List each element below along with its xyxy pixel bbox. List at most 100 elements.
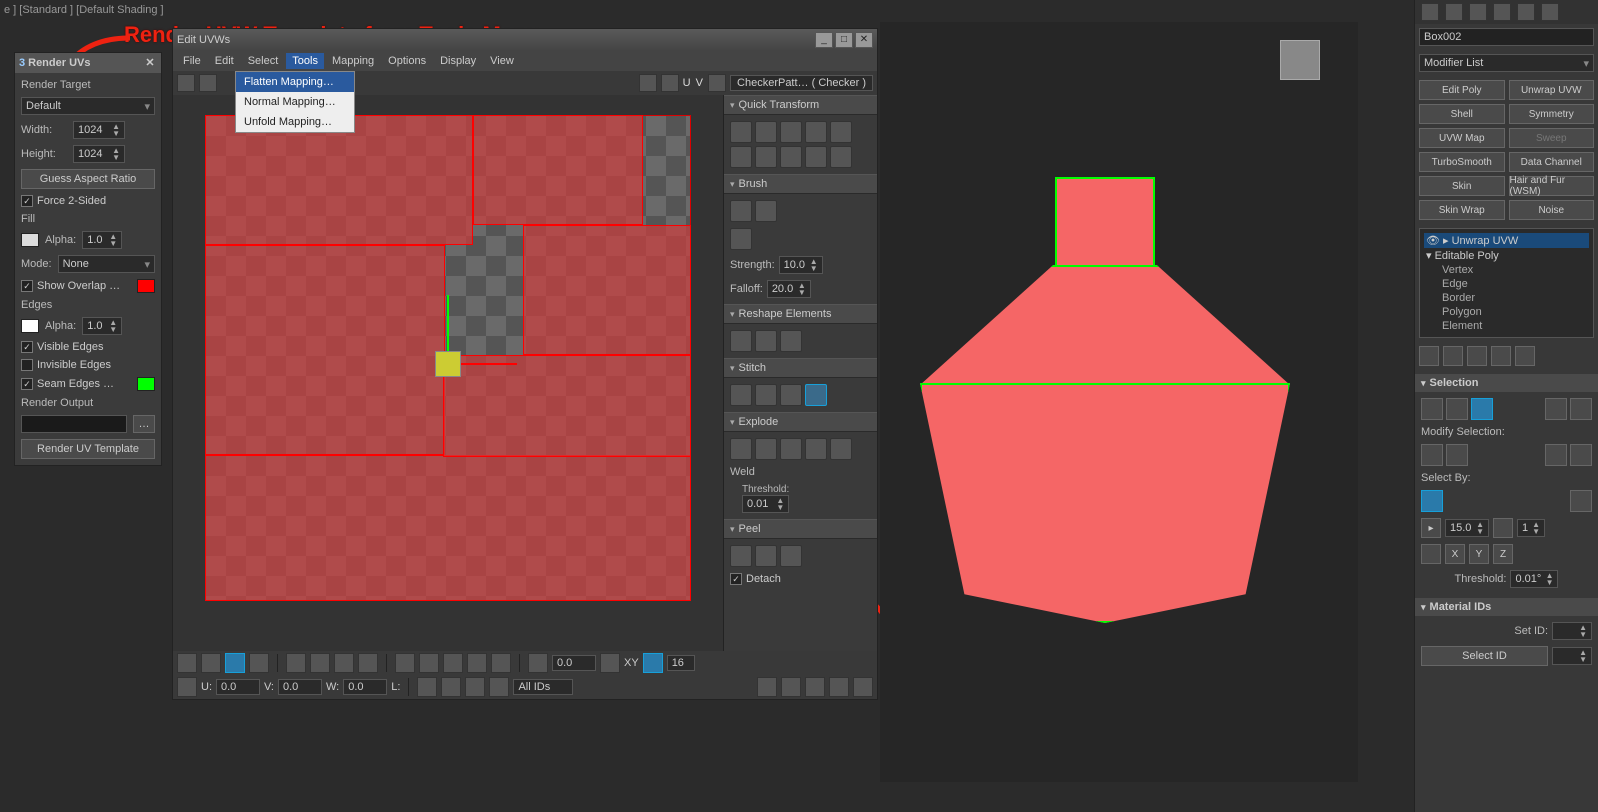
snap-grid-spinner[interactable]: 16 — [667, 655, 695, 671]
mod-skin[interactable]: Skin — [1419, 176, 1505, 196]
tool-icon[interactable] — [334, 653, 354, 673]
planar-angle-spinner[interactable]: 15.0▲▼ — [1445, 519, 1489, 537]
w-field[interactable]: 0.0 — [343, 679, 387, 695]
explode-icon[interactable] — [830, 438, 852, 460]
mod-data-channel[interactable]: Data Channel — [1509, 152, 1595, 172]
seam-color-swatch[interactable] — [137, 377, 155, 391]
mod-hair-fur[interactable]: Hair and Fur (WSM) — [1509, 176, 1595, 196]
hierarchy-tab-icon[interactable] — [1469, 3, 1487, 21]
modify-tab-icon[interactable] — [1445, 3, 1463, 21]
quick-transform-rollout[interactable]: Quick Transform — [724, 95, 877, 115]
menu-file[interactable]: File — [177, 53, 207, 69]
loop-icon[interactable] — [1570, 444, 1592, 466]
tool-icon[interactable] — [395, 653, 415, 673]
sel-plus-icon[interactable] — [1545, 398, 1567, 420]
menu-display[interactable]: Display — [434, 53, 482, 69]
mod-noise[interactable]: Noise — [1509, 200, 1595, 220]
menu-unfold-mapping[interactable]: Unfold Mapping… — [236, 112, 354, 132]
qt-icon[interactable] — [805, 146, 827, 168]
stack-border[interactable]: Border — [1424, 291, 1589, 305]
render-target-select[interactable]: Default — [21, 97, 155, 115]
mod-uvw-map[interactable]: UVW Map — [1419, 128, 1505, 148]
reshape-icon[interactable] — [730, 330, 752, 352]
maximize-icon[interactable]: □ — [835, 32, 853, 48]
menu-edit[interactable]: Edit — [209, 53, 240, 69]
pin-stack-icon[interactable] — [1419, 346, 1439, 366]
axis-constraint-icon[interactable] — [1421, 544, 1441, 564]
tool-icon[interactable] — [286, 653, 306, 673]
uv-island[interactable] — [205, 245, 445, 455]
visible-edges-checkbox[interactable]: ✓Visible Edges — [21, 341, 155, 353]
qt-icon[interactable] — [755, 121, 777, 143]
ring-icon[interactable] — [1545, 444, 1567, 466]
menu-view[interactable]: View — [484, 53, 520, 69]
menu-flatten-mapping[interactable]: Flatten Mapping… — [236, 72, 354, 92]
force-2sided-checkbox[interactable]: ✓Force 2-Sided — [21, 195, 155, 207]
stack-polygon[interactable]: Polygon — [1424, 305, 1589, 319]
uv-island[interactable] — [205, 455, 691, 601]
mirror-icon[interactable] — [643, 653, 663, 673]
tool-icon[interactable] — [489, 677, 509, 697]
explode-icon[interactable] — [805, 438, 827, 460]
qt-icon[interactable] — [830, 146, 852, 168]
checker-icon[interactable] — [639, 74, 657, 92]
vertex-mode-icon[interactable] — [177, 653, 197, 673]
minimize-icon[interactable]: _ — [815, 32, 833, 48]
mode-select[interactable]: None — [58, 255, 155, 273]
shrink-icon[interactable] — [1446, 444, 1468, 466]
stitch-icon[interactable] — [805, 384, 827, 406]
perspective-viewport[interactable] — [880, 22, 1358, 782]
mod-symmetry[interactable]: Symmetry — [1509, 104, 1595, 124]
qt-icon[interactable] — [780, 121, 802, 143]
guess-aspect-button[interactable]: Guess Aspect Ratio — [21, 169, 155, 189]
create-tab-icon[interactable] — [1421, 3, 1439, 21]
width-spinner[interactable]: 1024▲▼ — [73, 121, 125, 139]
menu-select[interactable]: Select — [242, 53, 285, 69]
fit-icon[interactable] — [829, 677, 849, 697]
render-uvs-titlebar[interactable]: 3 Render UVs ✕ — [15, 53, 161, 73]
reshape-icon[interactable] — [755, 330, 777, 352]
brush-rollout[interactable]: Brush — [724, 174, 877, 194]
sel-poly-icon[interactable] — [1471, 398, 1493, 420]
qt-icon[interactable] — [730, 146, 752, 168]
qt-icon[interactable] — [755, 146, 777, 168]
tool-icon[interactable] — [467, 653, 487, 673]
peel-icon[interactable] — [780, 545, 802, 567]
move-gizmo-center[interactable] — [435, 351, 461, 377]
close-icon[interactable]: ✕ — [143, 56, 157, 70]
menu-tools[interactable]: Tools — [286, 53, 324, 69]
pan-icon[interactable] — [757, 677, 777, 697]
render-output-path[interactable] — [21, 415, 127, 433]
mod-shell[interactable]: Shell — [1419, 104, 1505, 124]
modifier-list-select[interactable]: Modifier List — [1419, 54, 1594, 72]
seam-edges-checkbox[interactable]: ✓Seam Edges … — [21, 377, 155, 391]
reshape-icon[interactable] — [780, 330, 802, 352]
falloff-spinner[interactable]: 20.0▲▼ — [767, 280, 811, 298]
element-mode-icon[interactable] — [249, 653, 269, 673]
tool-icon[interactable] — [465, 677, 485, 697]
mod-turbosmooth[interactable]: TurboSmooth — [1419, 152, 1505, 172]
soft-value[interactable]: 0.0 — [552, 655, 596, 671]
select-id-button[interactable]: Select ID — [1421, 646, 1548, 666]
remove-mod-icon[interactable] — [1491, 346, 1511, 366]
tool-icon[interactable] — [358, 653, 378, 673]
mod-edit-poly[interactable]: Edit Poly — [1419, 80, 1505, 100]
strength-spinner[interactable]: 10.0▲▼ — [779, 256, 823, 274]
config-icon[interactable] — [1515, 346, 1535, 366]
ignore-backfacing-icon[interactable]: ▸ — [1421, 518, 1441, 538]
edge-color-swatch[interactable] — [21, 319, 39, 333]
stitch-icon[interactable] — [755, 384, 777, 406]
uv-tile-icon[interactable] — [708, 74, 726, 92]
select-by-element-icon[interactable] — [1421, 490, 1443, 512]
explode-icon[interactable] — [780, 438, 802, 460]
uv-island[interactable] — [443, 355, 691, 457]
lock-icon[interactable] — [417, 677, 437, 697]
set-id-spinner[interactable]: ▲▼ — [1552, 622, 1592, 640]
redo-icon[interactable] — [199, 74, 217, 92]
options-icon[interactable] — [853, 677, 873, 697]
qt-icon[interactable] — [730, 121, 752, 143]
fill-color-swatch[interactable] — [21, 233, 39, 247]
peel-rollout[interactable]: Peel — [724, 519, 877, 539]
explode-icon[interactable] — [755, 438, 777, 460]
browse-button[interactable]: … — [133, 415, 155, 433]
